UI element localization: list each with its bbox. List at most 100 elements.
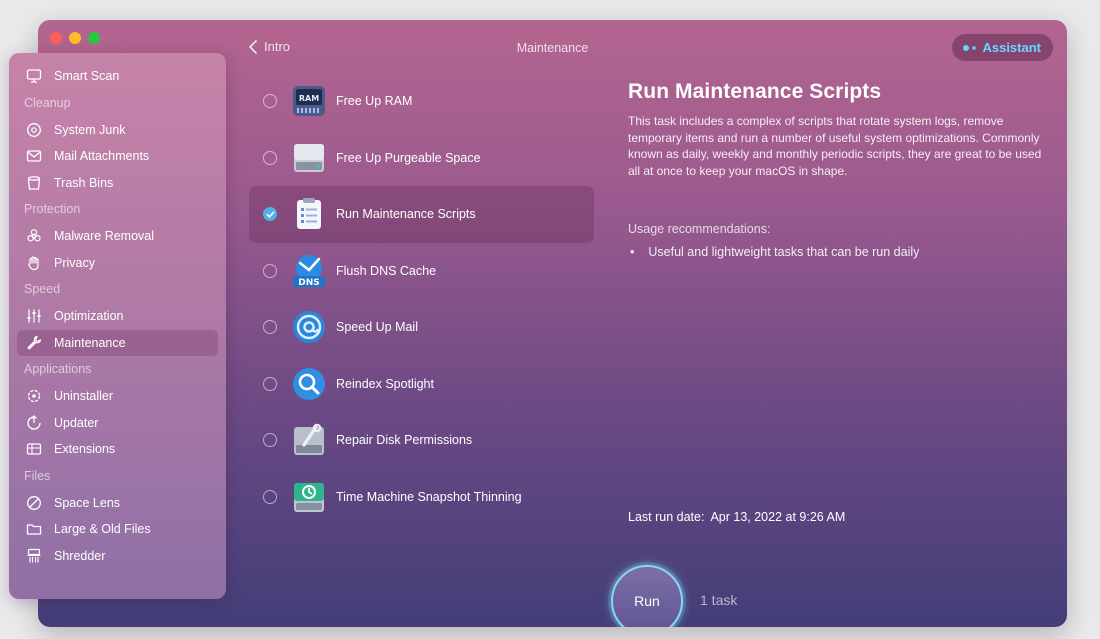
task-radio[interactable] [263, 433, 277, 448]
task-label: Free Up Purgeable Space [336, 150, 481, 165]
task-label: Run Maintenance Scripts [336, 207, 476, 222]
sidebar-item-label: Optimization [54, 309, 124, 324]
sidebar-section-speed: Speed [24, 282, 61, 296]
sidebar-item-label: Shredder [54, 548, 106, 563]
task-radio[interactable] [263, 150, 277, 165]
usage-item-text: Useful and lightweight tasks that can be… [648, 245, 920, 259]
task-label: Time Machine Snapshot Thinning [336, 489, 522, 504]
sidebar-item-label: Updater [54, 415, 99, 430]
mail-at-icon [292, 310, 326, 344]
folder-icon [25, 521, 42, 538]
usage-title: Usage recommendations: [628, 222, 771, 236]
disk-wrench-icon [292, 423, 326, 457]
task-radio[interactable] [263, 376, 277, 391]
sliders-icon [25, 308, 42, 325]
task-label: Reindex Spotlight [336, 376, 434, 391]
task-time-machine-snapshot-thinning[interactable]: Time Machine Snapshot Thinning [249, 469, 594, 526]
extensions-icon [25, 441, 42, 458]
monitor-icon [25, 68, 42, 85]
sidebar-item-label: Malware Removal [54, 229, 155, 244]
sidebar-item-label: Space Lens [54, 495, 121, 510]
assistant-button[interactable]: Assistant [952, 34, 1053, 61]
sidebar-item-mail-attachments[interactable]: Mail Attachments [17, 143, 218, 170]
sidebar-section-files: Files [24, 468, 51, 483]
task-reindex-spotlight[interactable]: Reindex Spotlight [249, 356, 594, 413]
sidebar-item-maintenance[interactable]: Maintenance [17, 329, 218, 356]
spotlight-icon [292, 367, 326, 401]
sidebar-section-protection: Protection [24, 202, 81, 216]
sidebar-item-label: Smart Scan [54, 69, 120, 84]
usage-item: • Useful and lightweight tasks that can … [630, 245, 919, 259]
sidebar: Smart Scan Cleanup System Junk Mail Atta… [9, 53, 226, 599]
last-run-value: Apr 13, 2022 at 9:26 AM [710, 510, 846, 524]
drive-icon [292, 141, 326, 175]
run-button-ring: Run [608, 562, 686, 627]
updater-icon [25, 414, 42, 431]
sidebar-item-label: Uninstaller [54, 389, 114, 404]
sidebar-item-space-lens[interactable]: Space Lens [17, 490, 218, 517]
task-free-up-purgeable-space[interactable]: Free Up Purgeable Space [249, 130, 594, 187]
sidebar-item-trash-bins[interactable]: Trash Bins [17, 170, 218, 197]
bullet-icon: • [630, 245, 635, 259]
sidebar-item-label: Privacy [54, 255, 95, 270]
task-label: Free Up RAM [336, 94, 413, 109]
sidebar-item-optimization[interactable]: Optimization [17, 303, 218, 330]
time-machine-icon [292, 480, 326, 514]
sidebar-item-shredder[interactable]: Shredder [17, 543, 218, 570]
ram-chip-icon: RAM [292, 84, 326, 118]
dns-icon: DNS [292, 254, 326, 288]
sidebar-section-applications: Applications [24, 362, 92, 376]
task-speed-up-mail[interactable]: Speed Up Mail [249, 299, 594, 356]
sidebar-item-label: System Junk [54, 122, 126, 137]
task-free-up-ram[interactable]: RAM Free Up RAM [249, 73, 594, 130]
ram-chip-text: RAM [299, 94, 319, 103]
sidebar-item-uninstaller[interactable]: Uninstaller [17, 383, 218, 410]
detail-title: Run Maintenance Scripts [628, 80, 882, 103]
run-button[interactable]: Run [611, 565, 683, 627]
sidebar-item-label: Large & Old Files [54, 522, 151, 537]
sidebar-item-extensions[interactable]: Extensions [17, 436, 218, 463]
detail-description: This task includes a complex of scripts … [628, 114, 1042, 178]
task-repair-disk-permissions[interactable]: Repair Disk Permissions [249, 412, 594, 469]
dns-text: DNS [298, 278, 320, 288]
task-list: RAM Free Up RAM Free Up Purgeable Space [249, 73, 594, 525]
sidebar-item-system-junk[interactable]: System Junk [17, 117, 218, 144]
assistant-dots-icon [963, 44, 977, 51]
last-run-label: Last run date: [628, 510, 705, 524]
sidebar-section-cleanup: Cleanup [24, 95, 71, 110]
cleanup-disc-icon [25, 121, 42, 138]
wrench-icon [25, 334, 42, 351]
task-radio[interactable] [263, 320, 277, 335]
hand-icon [25, 254, 42, 271]
shredder-icon [25, 547, 42, 564]
task-run-maintenance-scripts[interactable]: Run Maintenance Scripts [249, 186, 594, 243]
last-run: Last run date: Apr 13, 2022 at 9:26 AM [628, 510, 845, 524]
task-label: Repair Disk Permissions [336, 433, 473, 448]
task-radio[interactable] [263, 94, 277, 109]
sidebar-item-large-old-files[interactable]: Large & Old Files [17, 516, 218, 543]
clipboard-icon [292, 197, 326, 231]
space-lens-icon [25, 494, 42, 511]
task-label: Speed Up Mail [336, 320, 418, 335]
sidebar-item-updater[interactable]: Updater [17, 410, 218, 437]
biohazard-icon [25, 228, 42, 245]
sidebar-item-label: Extensions [54, 442, 116, 457]
mail-icon [25, 148, 42, 165]
sidebar-item-label: Maintenance [54, 335, 126, 350]
task-count: 1 task [700, 592, 738, 608]
assistant-label: Assistant [982, 40, 1041, 55]
task-label: Flush DNS Cache [336, 263, 437, 278]
sidebar-item-malware-removal[interactable]: Malware Removal [17, 223, 218, 250]
sidebar-item-privacy[interactable]: Privacy [17, 250, 218, 277]
task-radio[interactable] [263, 263, 277, 278]
task-flush-dns-cache[interactable]: DNS Flush DNS Cache [249, 243, 594, 300]
sidebar-item-label: Mail Attachments [54, 149, 150, 164]
task-radio[interactable] [263, 489, 277, 504]
uninstaller-icon [25, 388, 42, 405]
detail-panel: Run Maintenance Scripts This task includ… [628, 80, 1048, 179]
sidebar-item-smart-scan[interactable]: Smart Scan [17, 63, 218, 90]
sidebar-item-label: Trash Bins [54, 175, 114, 190]
trash-icon [25, 174, 42, 191]
checkmark-icon [266, 211, 274, 218]
task-radio-checked[interactable] [263, 207, 277, 222]
